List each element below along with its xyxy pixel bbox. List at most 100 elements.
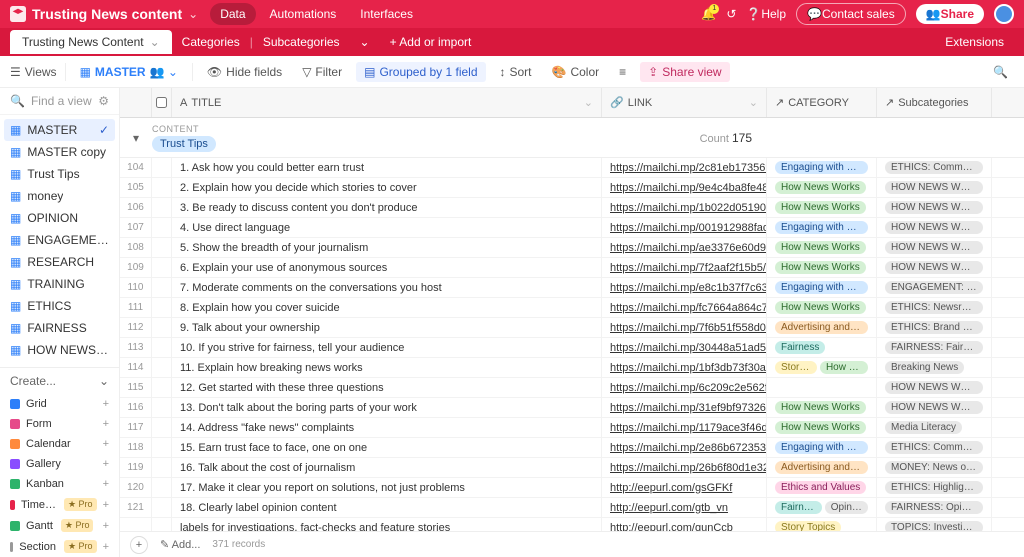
share-view-button[interactable]: ⇪ Share view [640, 62, 729, 82]
create-view-item[interactable]: Time…★ Pro+ [0, 494, 119, 515]
subcategory-tag[interactable]: ETHICS: Newsroom policies [885, 301, 983, 314]
create-view-item[interactable]: Gallery+ [0, 454, 119, 474]
cell-category[interactable]: Advertising and Funding [767, 458, 877, 477]
collapse-icon[interactable]: ▾ [120, 131, 152, 145]
row-checkbox[interactable] [152, 338, 172, 357]
table-row[interactable]: 113 10. If you strive for fairness, tell… [120, 338, 1024, 358]
create-view-item[interactable]: Form+ [0, 414, 119, 434]
sidebar-view-item[interactable]: ▦RESEARCH [0, 251, 119, 273]
avatar[interactable] [994, 4, 1014, 24]
sidebar-view-item[interactable]: ▦TRAINING [0, 273, 119, 295]
cell-category[interactable]: Engaging with Users [767, 278, 877, 297]
cell-subcategories[interactable]: HOW NEWS WORKS: News [877, 378, 992, 397]
extensions-button[interactable]: Extensions [935, 35, 1014, 49]
row-checkbox[interactable] [152, 198, 172, 217]
cell-link[interactable]: https://mailchi.mp/7f2aaf2f15b5/trust-ti… [602, 258, 767, 277]
category-tag[interactable]: Story Topics [775, 521, 841, 531]
row-checkbox[interactable] [152, 418, 172, 437]
cell-title[interactable]: 16. Talk about the cost of journalism [172, 458, 602, 477]
cell-link[interactable]: http://eepurl.com/gunCcb [602, 518, 767, 531]
filter-button[interactable]: ▽ Filter [296, 62, 348, 82]
gear-icon[interactable]: ⚙ [98, 94, 109, 108]
table-row[interactable]: 110 7. Moderate comments on the conversa… [120, 278, 1024, 298]
cell-subcategories[interactable]: HOW NEWS WORKS: Story [877, 178, 992, 197]
subcategory-tag[interactable]: HOW NEWS WORKS: The p [885, 401, 983, 414]
subcategory-tag[interactable]: HOW NEWS WORKS: News [885, 381, 983, 394]
search-icon[interactable]: 🔍 [987, 62, 1014, 82]
category-tag[interactable]: Engaging with Users [775, 441, 868, 454]
cell-subcategories[interactable]: Media Literacy [877, 418, 992, 437]
cell-link[interactable]: https://mailchi.mp/2c81eb173569/trust-… [602, 158, 767, 177]
subcategory-tag[interactable]: HOW NEWS WORKS: Sourc [885, 261, 983, 274]
cell-subcategories[interactable]: FAIRNESS: Opinion vs. news [877, 498, 992, 517]
cell-category[interactable]: How News Works [767, 198, 877, 217]
tab-automations[interactable]: Automations [260, 3, 347, 25]
cell-link[interactable]: https://mailchi.mp/9e4c4ba8fe48/trust-… [602, 178, 767, 197]
table-row[interactable]: 121 18. Clearly label opinion content ht… [120, 498, 1024, 518]
chevron-down-icon[interactable]: ⌄ [188, 7, 198, 21]
row-checkbox[interactable] [152, 298, 172, 317]
cell-category[interactable]: Story TopicsHow News Wo [767, 358, 877, 377]
share-button[interactable]: 👥 Share [916, 4, 984, 24]
cell-category[interactable]: How News Works [767, 178, 877, 197]
add-row-button[interactable]: + [130, 536, 148, 554]
cell-category[interactable]: Engaging with Users [767, 438, 877, 457]
sidebar-view-item[interactable]: ▦Trust Tips [0, 163, 119, 185]
subcategory-tag[interactable]: HOW NEWS WORKS: Wire s [885, 201, 983, 214]
row-height-button[interactable]: ≡ [613, 62, 632, 82]
table-row[interactable]: 112 9. Talk about your ownership https:/… [120, 318, 1024, 338]
category-tag[interactable]: Advertising and Funding [775, 461, 868, 474]
subcategory-tag[interactable]: ENGAGEMENT: Comments a [885, 281, 983, 294]
cell-category[interactable]: How News Works [767, 398, 877, 417]
group-header[interactable]: ▾ CONTENT Trust Tips Count175 [120, 118, 1024, 158]
table-row[interactable]: 109 6. Explain your use of anonymous sou… [120, 258, 1024, 278]
subcategory-tag[interactable]: MONEY: News outlet's inves [885, 461, 983, 474]
chevron-down-icon[interactable]: ⌄ [350, 35, 380, 49]
hide-fields-button[interactable]: 👁 Hide fields [201, 62, 288, 82]
cell-title[interactable]: 8. Explain how you cover suicide [172, 298, 602, 317]
table-tab-subcategories[interactable]: Subcategories [253, 35, 350, 49]
cell-link[interactable]: http://eepurl.com/gsGFKf [602, 478, 767, 497]
create-view-item[interactable]: Grid+ [0, 394, 119, 414]
table-tab-categories[interactable]: Categories [172, 35, 250, 49]
cell-title[interactable]: 12. Get started with these three questio… [172, 378, 602, 397]
find-view-input[interactable]: 🔍 Find a view ⚙ [0, 88, 119, 115]
category-tag[interactable]: Fairness [775, 501, 822, 514]
table-row[interactable]: 114 11. Explain how breaking news works … [120, 358, 1024, 378]
cell-link[interactable]: https://mailchi.mp/6c209c2e562f/trust-… [602, 378, 767, 397]
table-row[interactable]: 120 17. Make it clear you report on solu… [120, 478, 1024, 498]
sidebar-view-item[interactable]: ▦ENGAGEMENT [0, 229, 119, 251]
cell-title[interactable]: 4. Use direct language [172, 218, 602, 237]
subcategory-tag[interactable]: HOW NEWS WORKS: Labeli [885, 221, 983, 234]
cell-title[interactable]: 11. Explain how breaking news works [172, 358, 602, 377]
cell-link[interactable]: https://mailchi.mp/001912988fad/trust-… [602, 218, 767, 237]
sidebar-view-item[interactable]: ▦FAIRNESS [0, 317, 119, 339]
cell-link[interactable]: https://mailchi.mp/e8c1b37f7c63/trust-… [602, 278, 767, 297]
cell-title[interactable]: 10. If you strive for fairness, tell you… [172, 338, 602, 357]
column-category[interactable]: ↗ CATEGORY [767, 88, 877, 117]
cell-subcategories[interactable]: HOW NEWS WORKS: Sourc [877, 258, 992, 277]
add-label[interactable]: ✎ Add... [160, 538, 200, 551]
active-table-tab[interactable]: Trusting News Content⌄ [10, 30, 172, 54]
checkbox-header[interactable] [152, 88, 172, 117]
tab-data[interactable]: Data [210, 3, 255, 25]
table-row[interactable]: labels for investigations, fact-checks a… [120, 518, 1024, 531]
notifications-icon[interactable]: 🔔1 [701, 7, 716, 21]
table-row[interactable]: 116 13. Don't talk about the boring part… [120, 398, 1024, 418]
subcategory-tag[interactable]: Breaking News [885, 361, 964, 374]
row-checkbox[interactable] [152, 258, 172, 277]
row-checkbox[interactable] [152, 398, 172, 417]
base-name[interactable]: Trusting News content [32, 6, 182, 22]
cell-category[interactable]: Story Topics [767, 518, 877, 531]
category-tag[interactable]: How News Works [775, 401, 866, 414]
row-checkbox[interactable] [152, 278, 172, 297]
history-icon[interactable]: ↺ [726, 7, 736, 21]
category-tag[interactable]: How News Wo [820, 361, 868, 374]
table-row[interactable]: 119 16. Talk about the cost of journalis… [120, 458, 1024, 478]
cell-category[interactable] [767, 378, 877, 397]
cell-link[interactable]: https://mailchi.mp/7f6b51f558d0/trust-… [602, 318, 767, 337]
cell-link[interactable]: https://mailchi.mp/30448a51ad56/trust-… [602, 338, 767, 357]
create-view-item[interactable]: Kanban+ [0, 474, 119, 494]
current-view[interactable]: ▦ MASTER 👥 ⌄ [74, 62, 184, 82]
subcategory-tag[interactable]: Media Literacy [885, 421, 962, 434]
